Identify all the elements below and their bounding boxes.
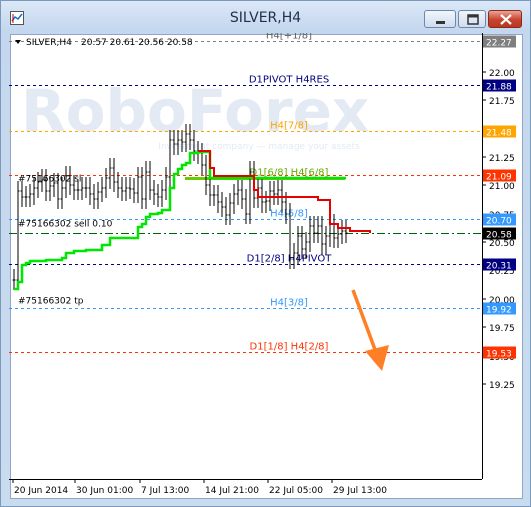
level-label: H4[3/8] bbox=[270, 298, 308, 309]
maximize-button[interactable] bbox=[458, 10, 486, 28]
quote-label: 20.57 20.61 20.56 20.58 bbox=[81, 38, 193, 48]
red-trend-line bbox=[198, 150, 371, 233]
price-tick-label: 19.25 bbox=[489, 381, 515, 391]
close-button[interactable] bbox=[488, 10, 522, 28]
price-tag-label: 19.92 bbox=[486, 306, 512, 316]
level-label: D1[2/8] H4PIVOT bbox=[247, 254, 333, 265]
price-tag-label: 21.48 bbox=[486, 129, 512, 139]
time-tick-label: 14 Jul 21:00 bbox=[205, 486, 259, 496]
minimize-icon bbox=[436, 21, 445, 24]
price-tag-label: 21.09 bbox=[486, 173, 512, 183]
watermark-subtitle: Investment company — manage your assets bbox=[158, 142, 360, 152]
close-icon bbox=[500, 14, 512, 25]
forecast-arrow-head bbox=[365, 345, 389, 371]
price-chart[interactable]: RoboForexInvestment company — manage you… bbox=[9, 33, 522, 498]
price-tag-label: 21.88 bbox=[486, 83, 512, 93]
price-tick-label: 21.25 bbox=[489, 154, 515, 164]
price-tick-label: 19.75 bbox=[489, 324, 515, 334]
level-label: H4[7/8] bbox=[270, 121, 308, 132]
price-tick-label: 21.00 bbox=[489, 182, 515, 192]
price-tag-label: 20.58 bbox=[486, 231, 512, 241]
maximize-icon bbox=[467, 14, 479, 25]
minimize-button[interactable] bbox=[424, 10, 456, 28]
price-tag-label: 19.53 bbox=[486, 350, 512, 360]
time-tick-label: 20 Jun 2014 bbox=[14, 486, 68, 496]
price-tick-label: 21.75 bbox=[489, 97, 515, 107]
price-tick-label: 20.50 bbox=[489, 239, 515, 249]
watermark-logo: RoboForex bbox=[21, 77, 369, 145]
symbol-label: SILVER,H4 bbox=[26, 38, 72, 48]
forecast-arrow bbox=[351, 289, 379, 356]
price-tag-label: 22.27 bbox=[486, 39, 512, 49]
price-tick-label: 22.00 bbox=[489, 69, 515, 79]
time-tick-label: 29 Jul 13:00 bbox=[333, 486, 387, 496]
title-bar[interactable]: SILVER,H4 bbox=[1, 1, 530, 35]
time-tick-label: 30 Jun 01:00 bbox=[76, 486, 133, 496]
order-label: #75166302 sell 0.10 bbox=[18, 220, 113, 230]
level-label: H4[+1/8] bbox=[266, 33, 312, 42]
price-tag-label: 20.31 bbox=[486, 262, 512, 272]
time-tick-label: 22 Jul 05:00 bbox=[269, 486, 323, 496]
level-label: D1[1/8] H4[2/8] bbox=[250, 342, 329, 353]
time-tick-label: 7 Jul 13:00 bbox=[141, 486, 190, 496]
price-tag-label: 20.70 bbox=[486, 217, 512, 227]
order-label: #75166302 tp bbox=[18, 297, 84, 307]
level-label: D1PIVOT H4RES bbox=[249, 75, 329, 86]
